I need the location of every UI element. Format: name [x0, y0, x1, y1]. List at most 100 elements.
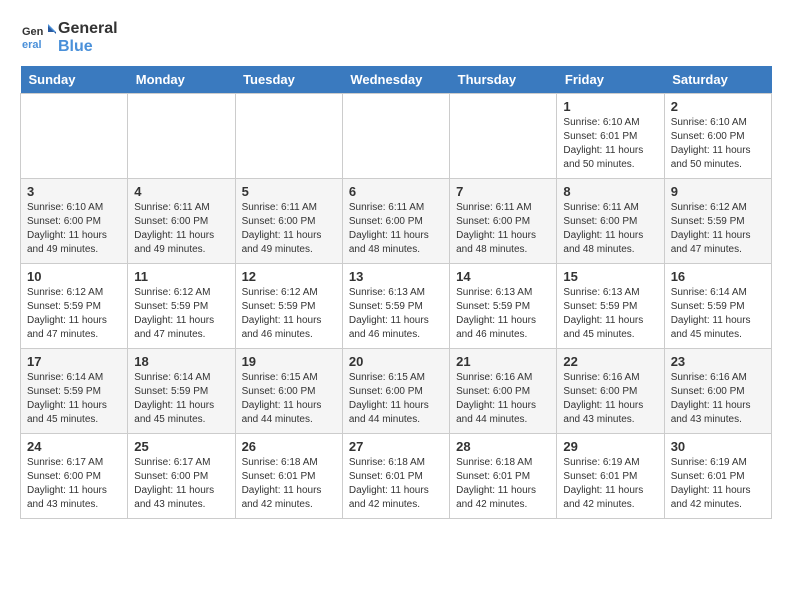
- day-info: Sunrise: 6:19 AM Sunset: 6:01 PM Dayligh…: [671, 456, 765, 512]
- day-info: Sunrise: 6:12 AM Sunset: 5:59 PM Dayligh…: [134, 286, 228, 342]
- weekday-header: Saturday: [664, 66, 771, 94]
- day-info: Sunrise: 6:17 AM Sunset: 6:00 PM Dayligh…: [27, 456, 121, 512]
- calendar-cell: 7 Sunrise: 6:11 AM Sunset: 6:00 PM Daylig…: [450, 179, 557, 264]
- day-number: 8: [563, 184, 657, 199]
- weekday-header: Friday: [557, 66, 664, 94]
- calendar-cell: 27Sunrise: 6:18 AM Sunset: 6:01 PM Dayli…: [342, 434, 449, 519]
- day-number: 19: [242, 354, 336, 369]
- day-number: 25: [134, 439, 228, 454]
- calendar-cell: 13 Sunrise: 6:13 AM Sunset: 5:59 PM Dayli…: [342, 264, 449, 349]
- day-number: 22: [563, 354, 657, 369]
- calendar-cell: 16Sunrise: 6:14 AM Sunset: 5:59 PM Dayli…: [664, 264, 771, 349]
- day-info: Sunrise: 6:10 AM Sunset: 6:00 PM Dayligh…: [27, 201, 121, 257]
- day-number: 11: [134, 269, 228, 284]
- day-number: 18: [134, 354, 228, 369]
- day-info: Sunrise: 6:14 AM Sunset: 5:59 PM Dayligh…: [27, 371, 121, 427]
- logo-svg: Gen eral: [20, 20, 56, 56]
- day-info: Sunrise: 6:16 AM Sunset: 6:00 PM Dayligh…: [563, 371, 657, 427]
- calendar-week-row: 17Sunrise: 6:14 AM Sunset: 5:59 PM Dayli…: [21, 349, 772, 434]
- day-number: 3: [27, 184, 121, 199]
- calendar-cell: 25 Sunrise: 6:17 AM Sunset: 6:00 PM Dayli…: [128, 434, 235, 519]
- weekday-header: Tuesday: [235, 66, 342, 94]
- page-header: Gen eral GeneralBlue: [20, 20, 772, 56]
- calendar-cell: 30 Sunrise: 6:19 AM Sunset: 6:01 PM Dayli…: [664, 434, 771, 519]
- day-number: 4: [134, 184, 228, 199]
- day-info: Sunrise: 6:11 AM Sunset: 6:00 PM Dayligh…: [456, 201, 550, 257]
- day-number: 13: [349, 269, 443, 284]
- calendar-cell: 15 Sunrise: 6:13 AM Sunset: 5:59 PM Dayli…: [557, 264, 664, 349]
- calendar-cell: 26 Sunrise: 6:18 AM Sunset: 6:01 PM Dayli…: [235, 434, 342, 519]
- day-info: Sunrise: 6:13 AM Sunset: 5:59 PM Dayligh…: [349, 286, 443, 342]
- day-number: 6: [349, 184, 443, 199]
- day-number: 7: [456, 184, 550, 199]
- svg-text:eral: eral: [22, 39, 42, 51]
- day-info: Sunrise: 6:15 AM Sunset: 6:00 PM Dayligh…: [349, 371, 443, 427]
- calendar-week-row: 3 Sunrise: 6:10 AM Sunset: 6:00 PM Daylig…: [21, 179, 772, 264]
- calendar-cell: 9 Sunrise: 6:12 AM Sunset: 5:59 PM Daylig…: [664, 179, 771, 264]
- calendar-cell: 24 Sunrise: 6:17 AM Sunset: 6:00 PM Dayli…: [21, 434, 128, 519]
- calendar-week-row: 24 Sunrise: 6:17 AM Sunset: 6:00 PM Dayli…: [21, 434, 772, 519]
- day-info: Sunrise: 6:18 AM Sunset: 6:01 PM Dayligh…: [349, 456, 443, 512]
- calendar-cell: 10 Sunrise: 6:12 AM Sunset: 5:59 PM Dayli…: [21, 264, 128, 349]
- calendar-cell: 23 Sunrise: 6:16 AM Sunset: 6:00 PM Dayli…: [664, 349, 771, 434]
- weekday-header-row: SundayMondayTuesdayWednesdayThursdayFrid…: [21, 66, 772, 94]
- day-number: 14: [456, 269, 550, 284]
- calendar-cell: 18Sunrise: 6:14 AM Sunset: 5:59 PM Dayli…: [128, 349, 235, 434]
- day-info: Sunrise: 6:11 AM Sunset: 6:00 PM Dayligh…: [134, 201, 228, 257]
- day-number: 28: [456, 439, 550, 454]
- calendar-cell: 1Sunrise: 6:10 AM Sunset: 6:01 PM Daylig…: [557, 94, 664, 179]
- day-number: 2: [671, 99, 765, 114]
- calendar-cell: 5Sunrise: 6:11 AM Sunset: 6:00 PM Daylig…: [235, 179, 342, 264]
- day-info: Sunrise: 6:13 AM Sunset: 5:59 PM Dayligh…: [456, 286, 550, 342]
- calendar-cell: 20Sunrise: 6:15 AM Sunset: 6:00 PM Dayli…: [342, 349, 449, 434]
- day-info: Sunrise: 6:12 AM Sunset: 5:59 PM Dayligh…: [27, 286, 121, 342]
- calendar-cell: 11 Sunrise: 6:12 AM Sunset: 5:59 PM Dayli…: [128, 264, 235, 349]
- day-number: 21: [456, 354, 550, 369]
- calendar-cell: 22 Sunrise: 6:16 AM Sunset: 6:00 PM Dayli…: [557, 349, 664, 434]
- day-info: Sunrise: 6:10 AM Sunset: 6:01 PM Dayligh…: [563, 116, 657, 172]
- svg-text:Gen: Gen: [22, 26, 44, 38]
- day-info: Sunrise: 6:12 AM Sunset: 5:59 PM Dayligh…: [671, 201, 765, 257]
- weekday-header: Monday: [128, 66, 235, 94]
- weekday-header: Sunday: [21, 66, 128, 94]
- calendar-cell: [450, 94, 557, 179]
- calendar-cell: 17Sunrise: 6:14 AM Sunset: 5:59 PM Dayli…: [21, 349, 128, 434]
- calendar-cell: [128, 94, 235, 179]
- day-number: 5: [242, 184, 336, 199]
- day-number: 24: [27, 439, 121, 454]
- day-info: Sunrise: 6:15 AM Sunset: 6:00 PM Dayligh…: [242, 371, 336, 427]
- calendar-week-row: 10 Sunrise: 6:12 AM Sunset: 5:59 PM Dayli…: [21, 264, 772, 349]
- day-number: 9: [671, 184, 765, 199]
- day-info: Sunrise: 6:18 AM Sunset: 6:01 PM Dayligh…: [456, 456, 550, 512]
- day-number: 29: [563, 439, 657, 454]
- calendar-table: SundayMondayTuesdayWednesdayThursdayFrid…: [20, 66, 772, 519]
- day-info: Sunrise: 6:13 AM Sunset: 5:59 PM Dayligh…: [563, 286, 657, 342]
- day-number: 16: [671, 269, 765, 284]
- day-info: Sunrise: 6:11 AM Sunset: 6:00 PM Dayligh…: [349, 201, 443, 257]
- day-number: 26: [242, 439, 336, 454]
- day-info: Sunrise: 6:12 AM Sunset: 5:59 PM Dayligh…: [242, 286, 336, 342]
- calendar-cell: 8 Sunrise: 6:11 AM Sunset: 6:00 PM Daylig…: [557, 179, 664, 264]
- calendar-cell: 6 Sunrise: 6:11 AM Sunset: 6:00 PM Daylig…: [342, 179, 449, 264]
- day-number: 15: [563, 269, 657, 284]
- calendar-cell: 29Sunrise: 6:19 AM Sunset: 6:01 PM Dayli…: [557, 434, 664, 519]
- calendar-cell: [21, 94, 128, 179]
- day-number: 12: [242, 269, 336, 284]
- day-number: 23: [671, 354, 765, 369]
- calendar-cell: 14 Sunrise: 6:13 AM Sunset: 5:59 PM Dayli…: [450, 264, 557, 349]
- weekday-header: Wednesday: [342, 66, 449, 94]
- calendar-cell: 2Sunrise: 6:10 AM Sunset: 6:00 PM Daylig…: [664, 94, 771, 179]
- calendar-cell: [342, 94, 449, 179]
- day-info: Sunrise: 6:16 AM Sunset: 6:00 PM Dayligh…: [671, 371, 765, 427]
- day-number: 30: [671, 439, 765, 454]
- calendar-cell: 12 Sunrise: 6:12 AM Sunset: 5:59 PM Dayli…: [235, 264, 342, 349]
- day-number: 10: [27, 269, 121, 284]
- logo: Gen eral GeneralBlue: [20, 20, 118, 56]
- day-info: Sunrise: 6:18 AM Sunset: 6:01 PM Dayligh…: [242, 456, 336, 512]
- logo-name: GeneralBlue: [58, 20, 118, 55]
- calendar-week-row: 1Sunrise: 6:10 AM Sunset: 6:01 PM Daylig…: [21, 94, 772, 179]
- weekday-header: Thursday: [450, 66, 557, 94]
- day-info: Sunrise: 6:11 AM Sunset: 6:00 PM Dayligh…: [563, 201, 657, 257]
- day-info: Sunrise: 6:17 AM Sunset: 6:00 PM Dayligh…: [134, 456, 228, 512]
- calendar-cell: 19 Sunrise: 6:15 AM Sunset: 6:00 PM Dayli…: [235, 349, 342, 434]
